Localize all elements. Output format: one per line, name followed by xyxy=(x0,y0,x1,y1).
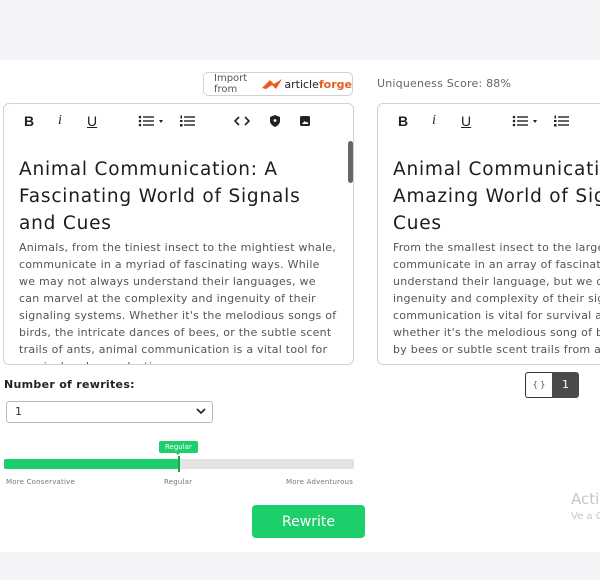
bold-icon[interactable]: B xyxy=(398,113,408,129)
code-icon[interactable] xyxy=(234,116,250,126)
import-from-articleforge-button[interactable]: Import from article forge xyxy=(203,72,353,96)
body-line: communicate in an array of fascinating xyxy=(393,258,600,271)
original-article-editor[interactable]: B i U Animal Communication: A Fascinatin… xyxy=(3,103,354,365)
bullet-list-icon[interactable] xyxy=(138,115,164,127)
title-line: Animal Communicati xyxy=(393,159,600,180)
numbered-list-icon[interactable] xyxy=(554,115,570,127)
slider-handle[interactable] xyxy=(178,456,180,472)
activation-watermark-title: Activ xyxy=(571,490,600,508)
article-body: Animals, from the tiniest insect to the … xyxy=(19,241,337,364)
shield-icon[interactable] xyxy=(270,115,280,127)
selected-value: 1 xyxy=(15,405,22,418)
italic-icon[interactable]: i xyxy=(58,113,62,129)
import-from-label: Import from xyxy=(214,73,248,95)
editor-toolbar: B i U xyxy=(378,104,600,138)
slider-value-tag: Regular xyxy=(159,441,198,455)
uniqueness-score: Uniqueness Score: 88% xyxy=(377,77,512,90)
bullet-list-icon[interactable] xyxy=(512,115,538,127)
underline-icon[interactable]: U xyxy=(87,113,97,129)
italic-icon[interactable]: i xyxy=(432,113,436,129)
numbered-list-icon[interactable] xyxy=(180,115,196,127)
slider-label-mid: Regular xyxy=(164,478,193,486)
top-header-band xyxy=(0,0,600,54)
json-view-button[interactable]: { } xyxy=(525,372,552,398)
article-body: From the smallest insect to the largest … xyxy=(393,239,600,358)
body-line: ingenuity and complexity of their signal… xyxy=(393,292,600,305)
title-line: Cues xyxy=(393,213,442,234)
underline-icon[interactable]: U xyxy=(461,113,471,129)
bold-icon[interactable]: B xyxy=(24,113,34,129)
editor-content[interactable]: Animal Communication: A Fascinating Worl… xyxy=(19,156,337,364)
body-line: whether it's the melodious song of bird xyxy=(393,326,600,339)
chevron-down-icon xyxy=(196,408,206,415)
articleforge-logo: article forge xyxy=(261,78,352,91)
article-title: Animal Communication: A Fascinating Worl… xyxy=(19,159,301,234)
rewrite-page-1[interactable]: 1 xyxy=(552,372,579,398)
activation-watermark-subtitle: Ve a C xyxy=(571,511,600,522)
articleforge-brand-forge: forge xyxy=(318,77,352,91)
slider-fill xyxy=(4,459,179,469)
rewrite-pager: { } 1 xyxy=(525,372,579,398)
body-line: communication is vital for survival and xyxy=(393,309,600,322)
editor-content[interactable]: Animal Communicati Amazing World of Sig … xyxy=(393,156,600,358)
body-line: by bees or subtle scent trails from ants xyxy=(393,343,600,356)
number-of-rewrites-select[interactable]: 1 xyxy=(6,401,213,423)
slider-label-right: More Adventurous xyxy=(286,478,354,486)
image-icon[interactable] xyxy=(300,116,310,126)
title-line: Amazing World of Sig xyxy=(393,186,600,207)
body-line: From the smallest insect to the largest xyxy=(393,241,600,254)
articleforge-mark-icon xyxy=(262,79,283,89)
articleforge-brand-article: article xyxy=(284,77,319,91)
slider-label-left: More Conservative xyxy=(6,478,75,486)
editor-scrollbar[interactable] xyxy=(348,141,353,183)
editor-toolbar: B i U xyxy=(4,104,353,138)
number-of-rewrites-label: Number of rewrites: xyxy=(4,378,135,391)
article-title: Animal Communicati Amazing World of Sig … xyxy=(393,156,600,237)
rewritten-article-editor[interactable]: B i U Animal Communicati Amazing World o… xyxy=(377,103,600,365)
adventurousness-slider[interactable] xyxy=(4,456,354,472)
rewrite-button[interactable]: Rewrite xyxy=(252,505,365,538)
bottom-band xyxy=(0,552,600,580)
body-line: understand their language, but we can xyxy=(393,275,600,288)
